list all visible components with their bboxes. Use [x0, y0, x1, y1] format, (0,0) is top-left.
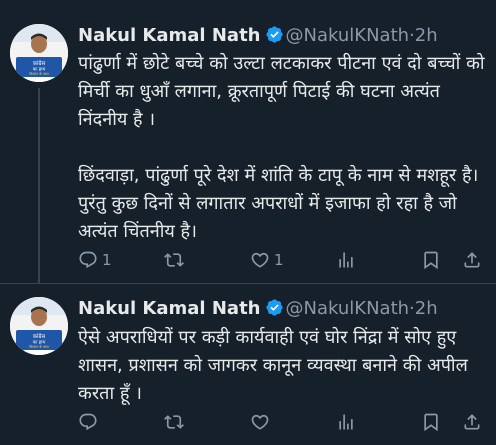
bookmark-icon: [424, 413, 438, 432]
share-icon: [464, 414, 480, 430]
tweet-header: Nakul Kamal Nath @NakulKNath·2h: [78, 295, 438, 323]
badge-line-3: किसान के साथ: [29, 344, 49, 349]
like-count: 1: [274, 251, 284, 269]
badge-line-1: कांग्रेस: [33, 333, 46, 340]
share-button[interactable]: [462, 248, 482, 272]
share-icon: [464, 252, 480, 268]
tweet-text: ऐसे अपराधियों पर कड़ी कार्यवाही एवं घोर …: [78, 327, 468, 404]
action-bar: [78, 410, 488, 434]
reply-icon: [79, 413, 97, 431]
like-icon: [251, 414, 269, 430]
views-button[interactable]: [336, 410, 360, 434]
tweet-1[interactable]: कांग्रेस का हाथ किसान के साथ Nakul Kamal…: [0, 0, 496, 284]
bookmark-button[interactable]: [421, 410, 441, 434]
avatar-image: कांग्रेस का हाथ किसान के साथ: [10, 297, 68, 355]
avatar[interactable]: कांग्रेस का हाथ किसान के साथ: [10, 297, 68, 355]
author-name[interactable]: Nakul Kamal Nath: [78, 298, 261, 319]
timestamp[interactable]: 2h: [415, 25, 438, 46]
action-bar: 1 1: [78, 248, 488, 272]
views-button[interactable]: [336, 248, 360, 272]
views-icon: [339, 252, 353, 268]
reply-count: 1: [102, 251, 112, 269]
retweet-icon: [164, 253, 184, 267]
reply-button[interactable]: 1: [78, 248, 112, 272]
badge-line-3: किसान के साथ: [29, 71, 49, 76]
share-button[interactable]: [462, 410, 482, 434]
views-icon: [339, 414, 353, 430]
thread-connector-line: [38, 88, 40, 284]
like-button[interactable]: 1: [250, 248, 284, 272]
avatar-image: कांग्रेस का हाथ किसान के साथ: [10, 24, 68, 82]
retweet-button[interactable]: [164, 248, 188, 272]
author-handle[interactable]: @NakulKNath: [286, 25, 410, 46]
badge-line-1: कांग्रेस: [33, 60, 46, 67]
avatar[interactable]: कांग्रेस का हाथ किसान के साथ: [10, 24, 68, 82]
bookmark-icon: [424, 251, 438, 270]
verified-badge-icon: [265, 299, 283, 316]
reply-button[interactable]: [78, 410, 102, 434]
retweet-icon: [164, 415, 184, 429]
reply-icon: [79, 251, 97, 269]
like-button[interactable]: [250, 410, 274, 434]
verified-badge-icon: [265, 26, 283, 43]
like-icon: [251, 252, 269, 268]
timestamp[interactable]: 2h: [415, 298, 438, 319]
author-handle[interactable]: @NakulKNath: [286, 298, 410, 319]
bookmark-button[interactable]: [421, 248, 441, 272]
tweet-header: Nakul Kamal Nath @NakulKNath·2h: [78, 22, 438, 50]
author-name[interactable]: Nakul Kamal Nath: [78, 25, 261, 46]
tweet-2[interactable]: कांग्रेस का हाथ किसान के साथ Nakul Kamal…: [0, 284, 496, 445]
tweet-text: पांढुर्णा में छोटे बच्चे को उल्टा लटकाकर…: [78, 53, 485, 242]
retweet-button[interactable]: [164, 410, 188, 434]
